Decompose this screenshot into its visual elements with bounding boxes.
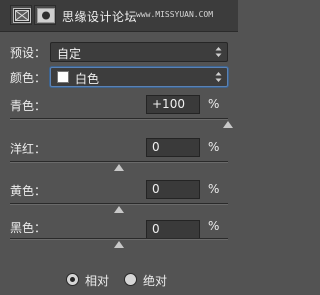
cyan-input[interactable]: +100 (146, 95, 200, 114)
yellow-label: 黄色： (10, 184, 47, 198)
yellow-slider-track[interactable] (10, 203, 228, 205)
yellow-unit: % (208, 182, 220, 196)
select-arrows-icon (215, 72, 222, 82)
cyan-label: 青色： (10, 99, 47, 113)
yellow-slider-thumb[interactable] (114, 206, 124, 213)
relative-radio[interactable] (66, 273, 79, 286)
preset-select[interactable]: 自定 (50, 42, 228, 62)
adjustment-layer-button[interactable] (10, 5, 32, 25)
adjustment-layer-icon (13, 8, 31, 23)
mask-button[interactable] (34, 5, 56, 25)
panel-header: 思缘设计论坛 www.MISSYUAN.COM (0, 0, 238, 32)
black-slider-thumb[interactable] (114, 241, 124, 248)
color-swatch (57, 71, 69, 83)
select-arrows-icon (215, 47, 222, 57)
site-watermark-url: www.MISSYUAN.COM (136, 10, 214, 19)
magenta-slider-thumb[interactable] (114, 164, 124, 171)
colors-select[interactable]: 白色 (50, 67, 228, 87)
absolute-radio[interactable] (124, 273, 137, 286)
colors-value: 白色 (75, 72, 100, 86)
preset-label: 预设： (10, 46, 47, 60)
black-label: 黑色： (10, 221, 47, 235)
black-input[interactable]: 0 (146, 220, 200, 239)
black-slider-track[interactable] (10, 238, 228, 240)
magenta-input[interactable]: 0 (146, 138, 200, 157)
relative-label[interactable]: 相对 (85, 272, 109, 289)
colors-label: 颜色： (10, 71, 47, 85)
cyan-slider-track[interactable] (10, 118, 228, 120)
method-radio-group: 相对 绝对 (0, 272, 238, 288)
preset-value: 自定 (57, 47, 82, 61)
cyan-unit: % (208, 97, 220, 111)
absolute-label[interactable]: 绝对 (143, 272, 167, 289)
yellow-input[interactable]: 0 (146, 180, 200, 199)
magenta-unit: % (208, 140, 220, 154)
magenta-label: 洋红： (10, 142, 47, 156)
site-watermark-title: 思缘设计论坛 (62, 10, 138, 24)
black-unit: % (208, 219, 220, 233)
mask-icon (37, 8, 55, 23)
magenta-slider-track[interactable] (10, 161, 228, 163)
cyan-slider-thumb[interactable] (223, 121, 233, 128)
